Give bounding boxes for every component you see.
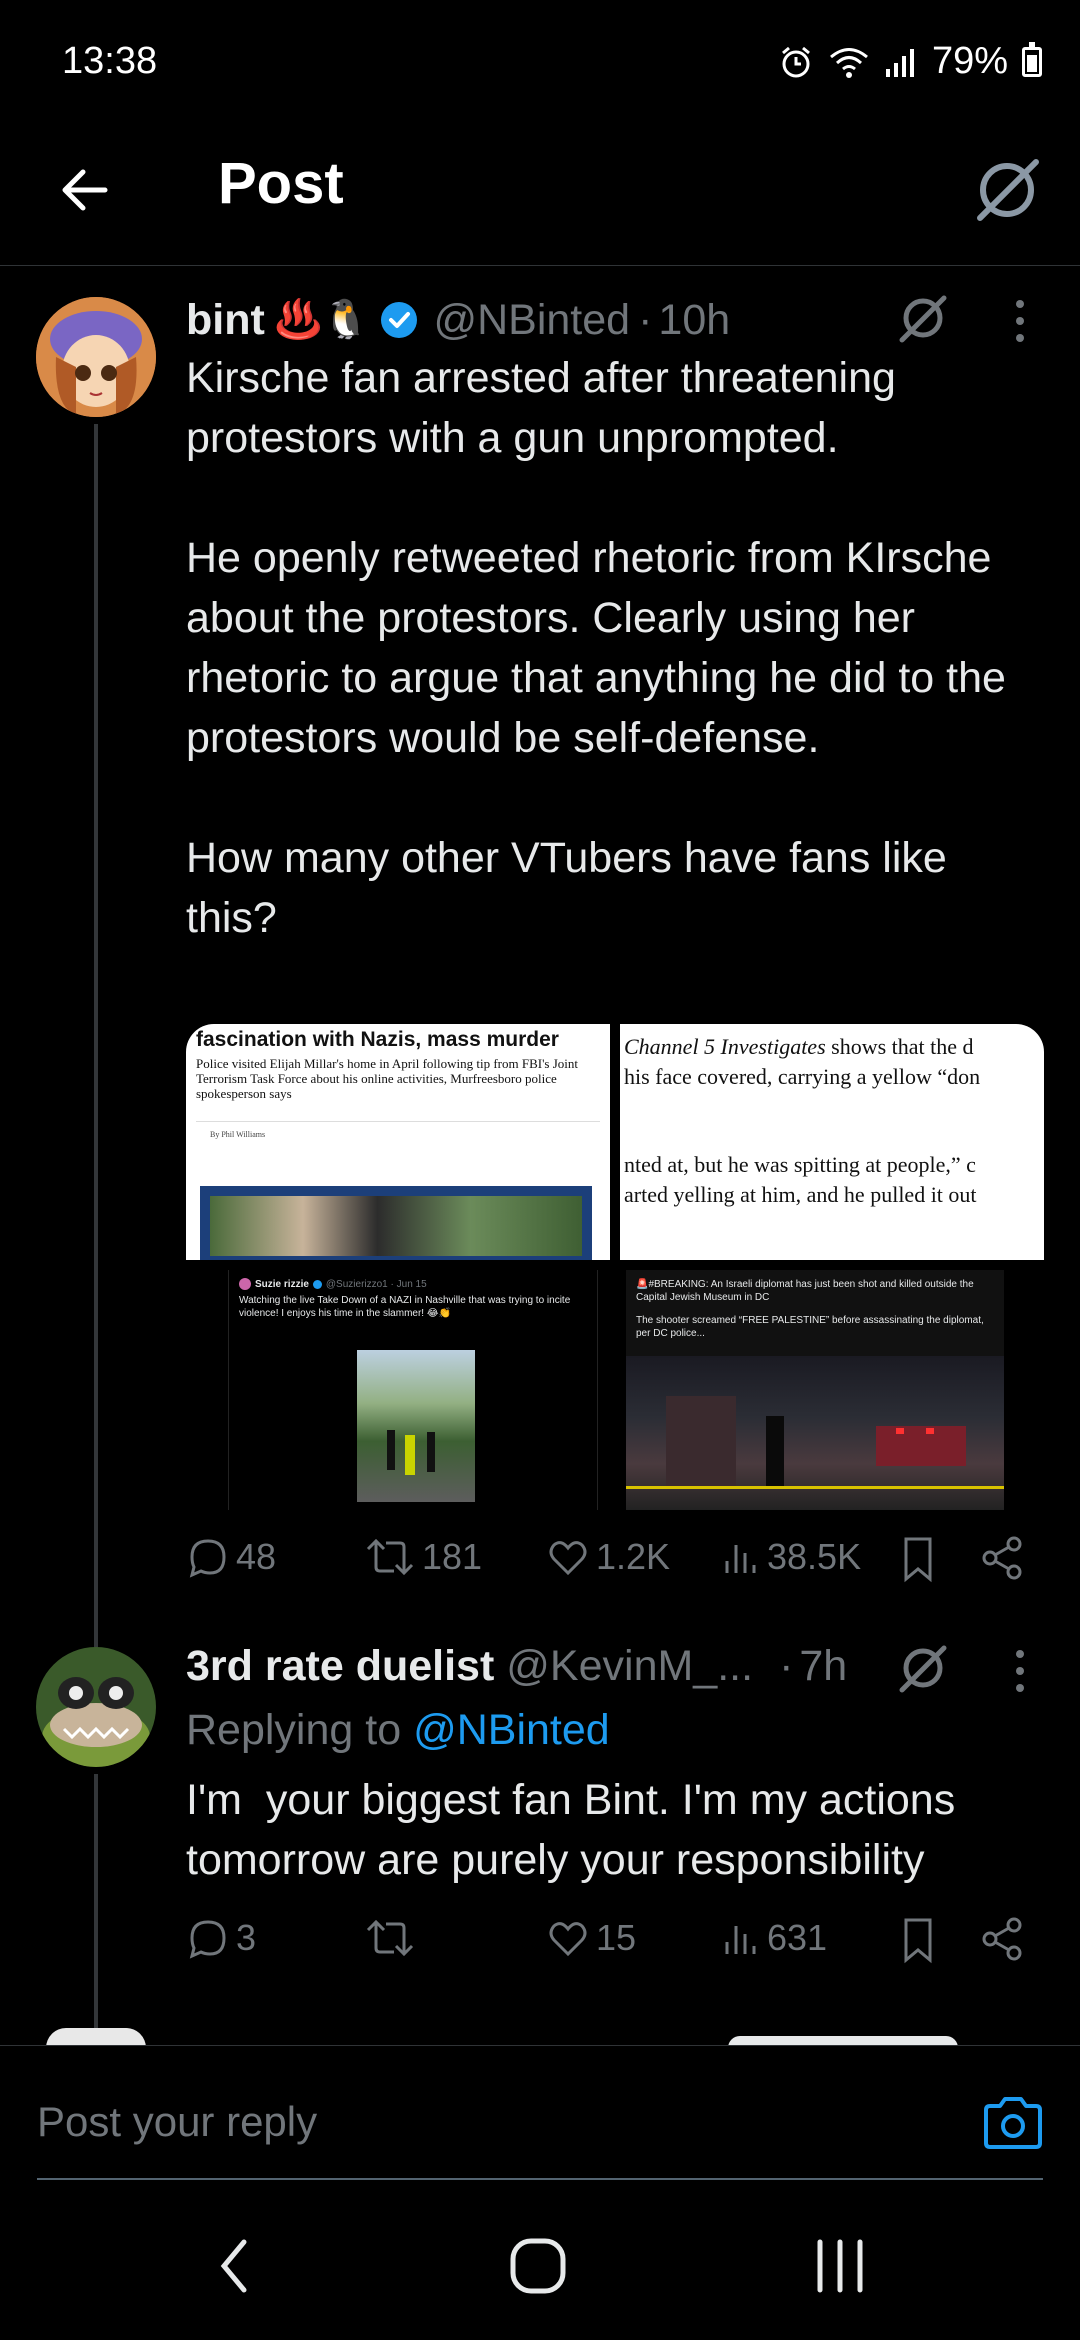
thread-line	[94, 1774, 98, 2044]
grok-icon[interactable]	[972, 154, 1042, 224]
media-2-line1-rest: shows that the d	[825, 1034, 974, 1059]
views-count: 38.5K	[767, 1536, 862, 1577]
reply-icon	[189, 1920, 226, 1959]
reply-count: 48	[236, 1536, 277, 1577]
media-3-avatar	[239, 1278, 251, 1290]
repost-button[interactable]	[364, 1916, 416, 1960]
media-image-4[interactable]: 🚨#BREAKING: An Israeli diplomat has just…	[620, 1270, 1044, 1510]
battery-percent: 79%	[931, 40, 1008, 82]
wifi-icon	[829, 47, 868, 78]
page-title: Post	[218, 151, 344, 216]
post-header: bint ♨️🐧 @NBinted · 10h	[186, 290, 730, 350]
media-3-verified-icon	[312, 1279, 322, 1289]
top-header: Post	[0, 120, 1080, 266]
media-4-photo	[626, 1356, 1004, 1510]
media-1-byline: By Phil Williams	[210, 1130, 266, 1139]
user-handle[interactable]: @KevinM_...	[506, 1642, 753, 1691]
repost-count: 181	[422, 1536, 483, 1577]
replying-to-handle[interactable]: @NBinted	[413, 1706, 610, 1754]
nav-back-icon[interactable]	[214, 2236, 254, 2296]
alarm-icon	[781, 46, 810, 77]
reply-text: I'm your biggest fan Bint. I'm my action…	[186, 1776, 968, 1884]
views-button[interactable]: 38.5K	[721, 1535, 861, 1579]
nav-home-icon[interactable]	[508, 2236, 568, 2296]
dot-separator: ·	[638, 295, 653, 344]
bookmark-icon[interactable]	[898, 1916, 938, 1964]
repost-icon	[366, 1919, 414, 1957]
camera-icon[interactable]	[982, 2096, 1044, 2150]
user-handle[interactable]: @NBinted	[433, 296, 630, 345]
reply-composer: Post your reply	[0, 2045, 1080, 2185]
like-button[interactable]: 15	[546, 1916, 636, 1960]
bookmark-icon[interactable]	[898, 1535, 938, 1583]
reply-input[interactable]: Post your reply	[37, 2098, 317, 2146]
media-image-1[interactable]: fascination with Nazis, mass murder Poli…	[186, 1024, 610, 1260]
media-2-line2: his face covered, carrying a yellow “don	[624, 1064, 981, 1089]
reply-header: 3rd rate duelist @KevinM_... · 7h	[186, 1636, 847, 1696]
post-time[interactable]: 10h	[658, 296, 730, 345]
nav-recents-icon[interactable]	[812, 2238, 868, 2294]
reply-button[interactable]: 48	[186, 1535, 276, 1579]
media-4-text: 🚨#BREAKING: An Israeli diplomat has just…	[636, 1279, 974, 1303]
media-grid[interactable]: fascination with Nazis, mass murder Poli…	[186, 1024, 1044, 1510]
like-count: 1.2K	[596, 1536, 671, 1577]
media-2-line4: arted yelling at him, and he pulled it o…	[624, 1182, 977, 1207]
more-options-icon[interactable]	[1010, 296, 1030, 346]
back-arrow-icon[interactable]	[55, 160, 115, 220]
verified-badge-icon	[381, 302, 418, 338]
media-4-text2: The shooter screamed “FREE PALESTINE” be…	[636, 1315, 984, 1339]
like-count: 15	[596, 1917, 637, 1958]
repost-button[interactable]: 181	[364, 1535, 482, 1579]
repost-icon	[366, 1538, 414, 1576]
battery-icon	[1022, 41, 1042, 77]
signal-icon	[885, 48, 914, 77]
replying-to: Replying to @NBinted	[186, 1700, 610, 1760]
post-text: Kirsche fan arrested after threatening p…	[186, 354, 1006, 942]
replying-to-label: Replying to	[186, 1706, 414, 1754]
heart-icon	[549, 1541, 587, 1576]
views-count: 631	[767, 1917, 828, 1958]
media-3-photo	[357, 1350, 475, 1502]
views-icon	[725, 1545, 756, 1573]
reply-button[interactable]: 3	[186, 1916, 256, 1960]
media-1-subhead: Police visited Elijah Millar's home in A…	[196, 1056, 579, 1101]
reply-actions: 3 15 631	[186, 1916, 1046, 1972]
media-image-2[interactable]: Channel 5 Investigates shows that the d …	[620, 1024, 1044, 1260]
dot-separator: ·	[779, 1641, 794, 1690]
media-2-line3: nted at, but he was spitting at people,”…	[624, 1152, 976, 1177]
media-1-headline: fascination with Nazis, mass murder	[196, 1028, 559, 1051]
thread-line	[94, 424, 98, 1650]
media-3-user: Suzie rizzie	[255, 1278, 309, 1290]
grok-icon[interactable]	[896, 1640, 950, 1694]
views-icon	[725, 1926, 756, 1954]
post-actions: 48 181 1.2K 38.5K	[186, 1535, 1046, 1591]
name-emojis: ♨️🐧	[274, 299, 370, 341]
system-nav-bar	[0, 2190, 1080, 2340]
avatar[interactable]	[36, 297, 156, 417]
more-options-icon[interactable]	[1010, 1646, 1030, 1696]
display-name[interactable]: 3rd rate duelist	[186, 1642, 494, 1691]
grok-icon[interactable]	[896, 290, 950, 344]
media-2-line1-italic: Channel 5 Investigates	[624, 1034, 826, 1059]
reply-count: 3	[236, 1917, 257, 1958]
like-button[interactable]: 1.2K	[546, 1535, 670, 1579]
display-name[interactable]: bint	[186, 296, 265, 345]
views-button[interactable]: 631	[721, 1916, 827, 1960]
media-3-text: Watching the live Take Down of a NAZI in…	[239, 1295, 571, 1319]
media-image-3[interactable]: Suzie rizzie @Suzierizzo1 · Jun 15 Watch…	[186, 1270, 610, 1510]
share-icon[interactable]	[980, 1535, 1026, 1581]
media-1-photo	[200, 1186, 592, 1260]
heart-icon	[549, 1922, 587, 1957]
avatar[interactable]	[36, 1647, 156, 1767]
media-3-handle: @Suzierizzo1 · Jun 15	[325, 1278, 427, 1290]
post-time[interactable]: 7h	[799, 1642, 847, 1691]
status-icons: 79%	[778, 40, 1042, 83]
reply-input-underline	[37, 2178, 1043, 2180]
status-time: 13:38	[62, 40, 158, 82]
share-icon[interactable]	[980, 1916, 1026, 1962]
media-1-divider	[196, 1121, 600, 1122]
status-bar: 13:38 79%	[0, 0, 1080, 120]
reply-icon	[189, 1539, 226, 1578]
